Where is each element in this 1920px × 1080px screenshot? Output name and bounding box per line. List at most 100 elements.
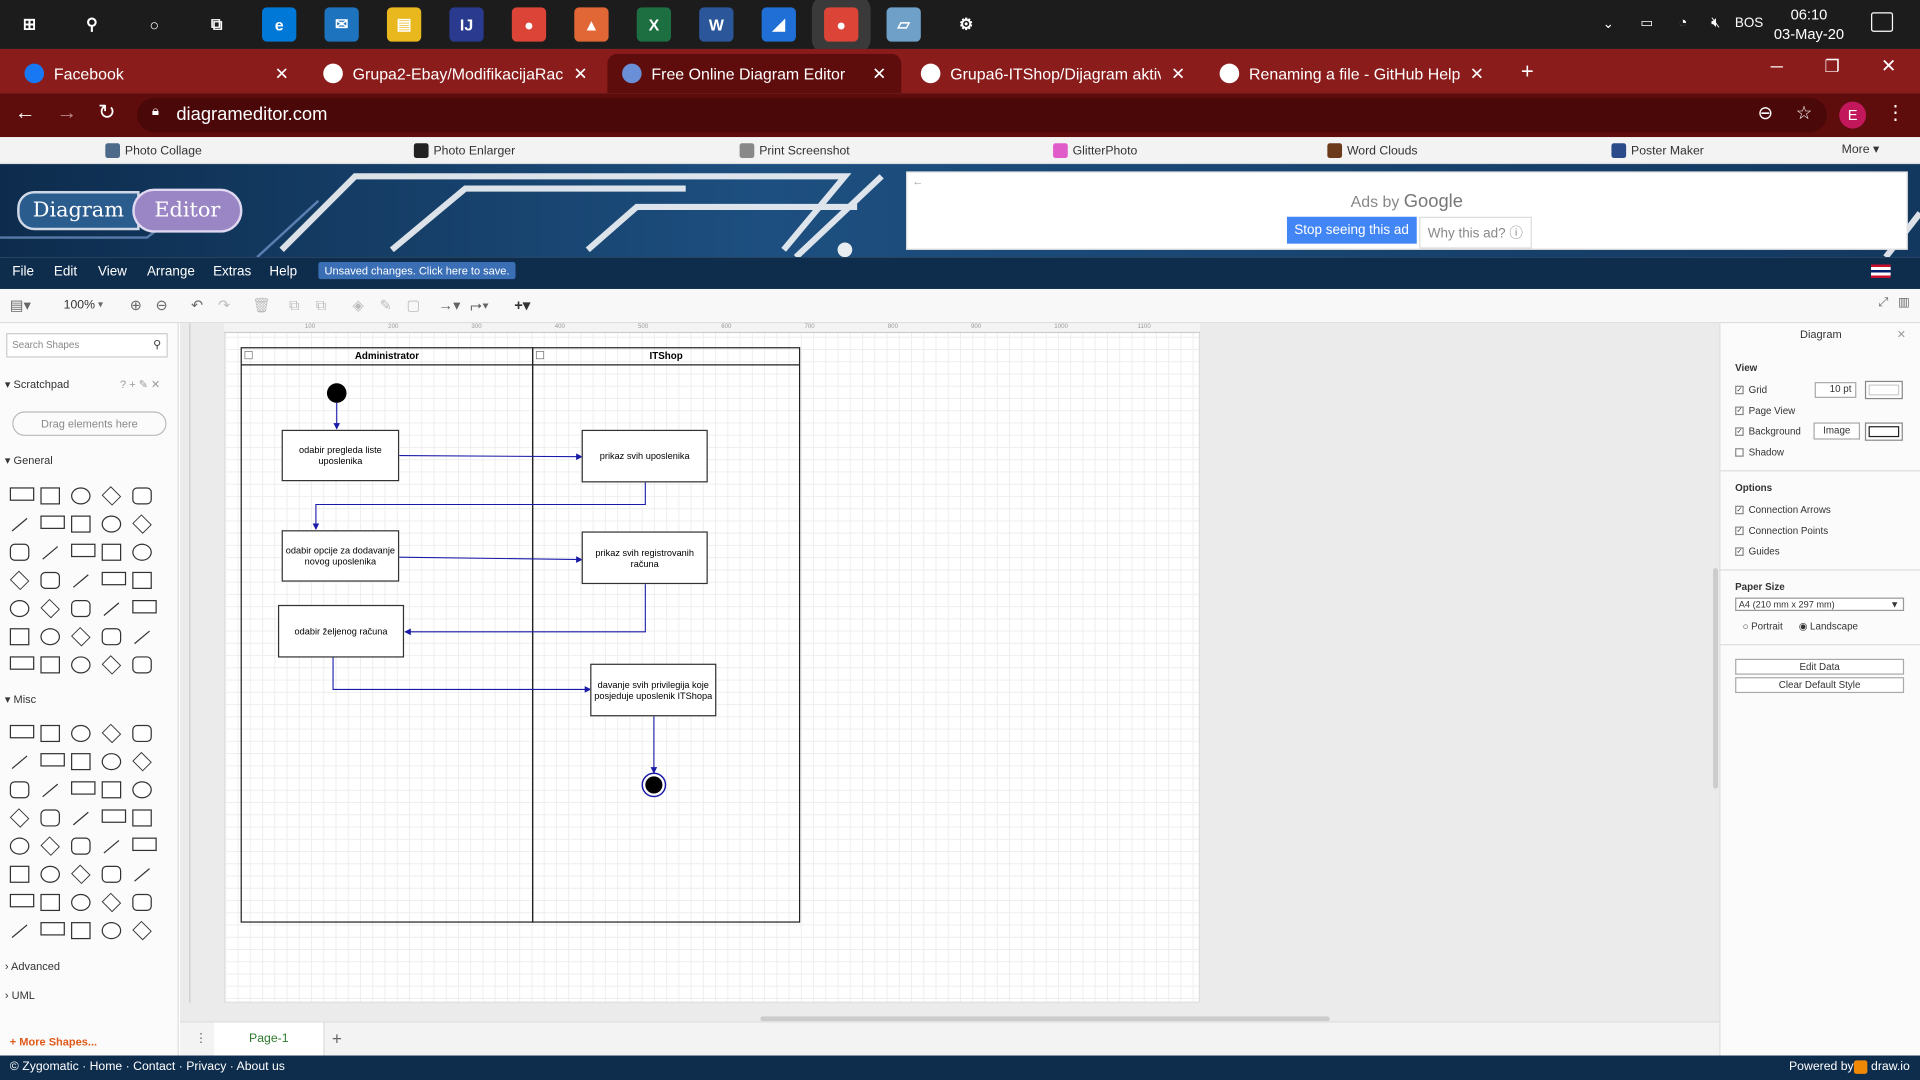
palette-shape[interactable] (9, 893, 35, 908)
bookmark-item[interactable]: Photo Enlarger (413, 143, 515, 158)
back-icon[interactable]: ← (15, 100, 36, 124)
palette-shape[interactable] (71, 781, 96, 795)
page-tab-1[interactable]: Page-1 (214, 1022, 325, 1056)
palette-shape[interactable] (40, 893, 61, 912)
palette-shape[interactable] (40, 628, 61, 646)
palette-shape[interactable] (132, 809, 152, 827)
palette-shape[interactable] (9, 570, 30, 591)
palette-shape[interactable] (71, 864, 91, 885)
menu-view[interactable]: View (98, 264, 127, 279)
battery-icon[interactable]: ▭ (1640, 15, 1653, 31)
palette-shape[interactable] (132, 893, 152, 912)
lane-title-itshop[interactable]: ITShop (533, 350, 800, 361)
background-checkbox[interactable]: ✓ Background (1735, 426, 1801, 437)
palette-shape[interactable] (132, 656, 152, 674)
general-section[interactable]: ▾ General (5, 454, 53, 467)
palette-shape[interactable] (101, 753, 122, 771)
undo-icon[interactable]: ↶ (191, 296, 203, 313)
mail-icon[interactable]: ✉ (324, 7, 359, 42)
waypoints-icon[interactable]: ⮣▾ (470, 296, 489, 314)
chrome-icon[interactable]: ● (511, 7, 547, 42)
palette-shape[interactable] (132, 571, 152, 589)
settings-gear-icon[interactable]: ⚙ (948, 7, 984, 42)
connection-arrows-checkbox[interactable]: ✓ Connection Arrows (1735, 504, 1831, 516)
palette-shape[interactable] (71, 893, 91, 912)
palette-shape[interactable] (40, 724, 61, 743)
delete-icon[interactable]: 🗑︎ (252, 296, 271, 313)
activity-node[interactable]: davanje svih privilegija koje posjeduje … (590, 663, 717, 717)
browser-tab[interactable]: Free Online Diagram Editor ✕ (607, 53, 902, 94)
bookmark-item[interactable]: Poster Maker (1611, 143, 1704, 158)
bookmark-item[interactable]: Print Screenshot (739, 143, 850, 158)
excel-icon[interactable]: X (636, 7, 672, 42)
palette-shape[interactable] (40, 571, 61, 589)
palette-shape[interactable] (132, 837, 157, 852)
matlab-icon[interactable]: ▲ (574, 7, 609, 42)
palette-shape[interactable] (71, 656, 91, 674)
palette-shape[interactable] (9, 781, 30, 799)
chrome-active-icon[interactable]: ● (824, 7, 859, 42)
word-icon[interactable]: W (699, 7, 734, 42)
scratchpad-drop-area[interactable]: Drag elements here (12, 411, 167, 436)
palette-shape[interactable] (9, 543, 30, 561)
palette-shape[interactable] (71, 515, 91, 533)
grid-color-swatch[interactable] (1864, 380, 1903, 400)
palette-shape[interactable] (134, 868, 150, 882)
task-view-icon[interactable]: ⧉ (199, 7, 234, 42)
landscape-radio[interactable]: ◉ Landscape (1799, 621, 1858, 632)
zoom-out-icon[interactable]: ⊖ (156, 296, 168, 313)
background-image-button[interactable]: Image (1813, 422, 1861, 440)
palette-shape[interactable] (134, 630, 150, 645)
address-bar[interactable]: 🔒︎ diagrameditor.com ⊖ ☆ (137, 97, 1827, 133)
activity-diagram[interactable] (180, 323, 1719, 1021)
cortana-icon[interactable]: ○ (137, 7, 172, 42)
palette-shape[interactable] (132, 781, 152, 799)
activity-node[interactable]: odabir željenog računa (277, 604, 405, 658)
palette-shape[interactable] (40, 809, 61, 827)
palette-shape[interactable] (103, 839, 120, 854)
fullscreen-icon[interactable]: ⤢ (1878, 296, 1888, 309)
profile-avatar[interactable]: E (1839, 101, 1867, 129)
palette-shape[interactable] (11, 755, 28, 770)
palette-shape[interactable] (101, 865, 122, 883)
browser-tab[interactable]: Facebook ✕ (10, 54, 304, 93)
volume-muted-icon[interactable]: 🔇︎ (1711, 13, 1720, 31)
connection-arrows-check[interactable]: ✓ (1735, 506, 1744, 515)
zoom-level-select[interactable]: 100% (64, 299, 95, 312)
footer-links[interactable]: © Zygomatic · Home · Contact · Privacy ·… (10, 1060, 285, 1073)
guides-check[interactable]: ✓ (1735, 547, 1744, 557)
menu-help[interactable]: Help (269, 264, 297, 279)
ad-back-icon[interactable]: ← (912, 175, 923, 187)
drawio-link[interactable]: draw.io (1871, 1060, 1910, 1073)
palette-shape[interactable] (40, 656, 61, 674)
file-explorer-icon[interactable]: ▤ (386, 7, 422, 42)
shadow-check[interactable] (1735, 448, 1744, 458)
diagram-canvas[interactable]: 100 200 300 400 500 600 700 800 900 1000 1100 (180, 323, 1720, 1022)
reload-icon[interactable]: ↻ (98, 100, 115, 124)
grid-size-input[interactable]: 10 pt (1814, 382, 1857, 398)
uml-section[interactable]: › UML (5, 989, 35, 1001)
tab-close-icon[interactable]: ✕ (1470, 63, 1484, 84)
tab-close-icon[interactable]: ✕ (872, 63, 886, 84)
search-icon[interactable]: ⚲ (153, 338, 161, 351)
palette-shape[interactable] (71, 753, 91, 771)
app-pages-icon[interactable]: ▱ (886, 7, 921, 42)
palette-shape[interactable] (132, 600, 157, 614)
new-tab-button[interactable]: + (1521, 59, 1534, 85)
palette-shape[interactable] (101, 655, 122, 675)
connection-style-icon[interactable]: →▾ (438, 296, 460, 313)
app-blue-icon[interactable]: ◢ (761, 7, 796, 42)
palette-shape[interactable] (101, 892, 122, 913)
to-back-icon[interactable]: ⧉ (316, 296, 327, 314)
shadow-icon[interactable]: ▢ (407, 296, 421, 313)
grid-checkbox[interactable]: ✓ Grid (1735, 384, 1767, 396)
format-panel-close-icon[interactable]: ✕ (1897, 328, 1906, 341)
windows-start-icon[interactable]: ⊞ (12, 7, 47, 42)
clear-default-style-button[interactable]: Clear Default Style (1735, 677, 1905, 694)
window-restore-button[interactable]: ❐ (1825, 56, 1840, 77)
palette-shape[interactable] (9, 865, 30, 883)
fill-color-icon[interactable]: ◈ (353, 296, 364, 313)
why-this-ad-button[interactable]: Why this ad? ⓘ (1419, 216, 1532, 249)
window-close-button[interactable]: ✕ (1881, 55, 1896, 77)
palette-shape[interactable] (9, 837, 30, 855)
